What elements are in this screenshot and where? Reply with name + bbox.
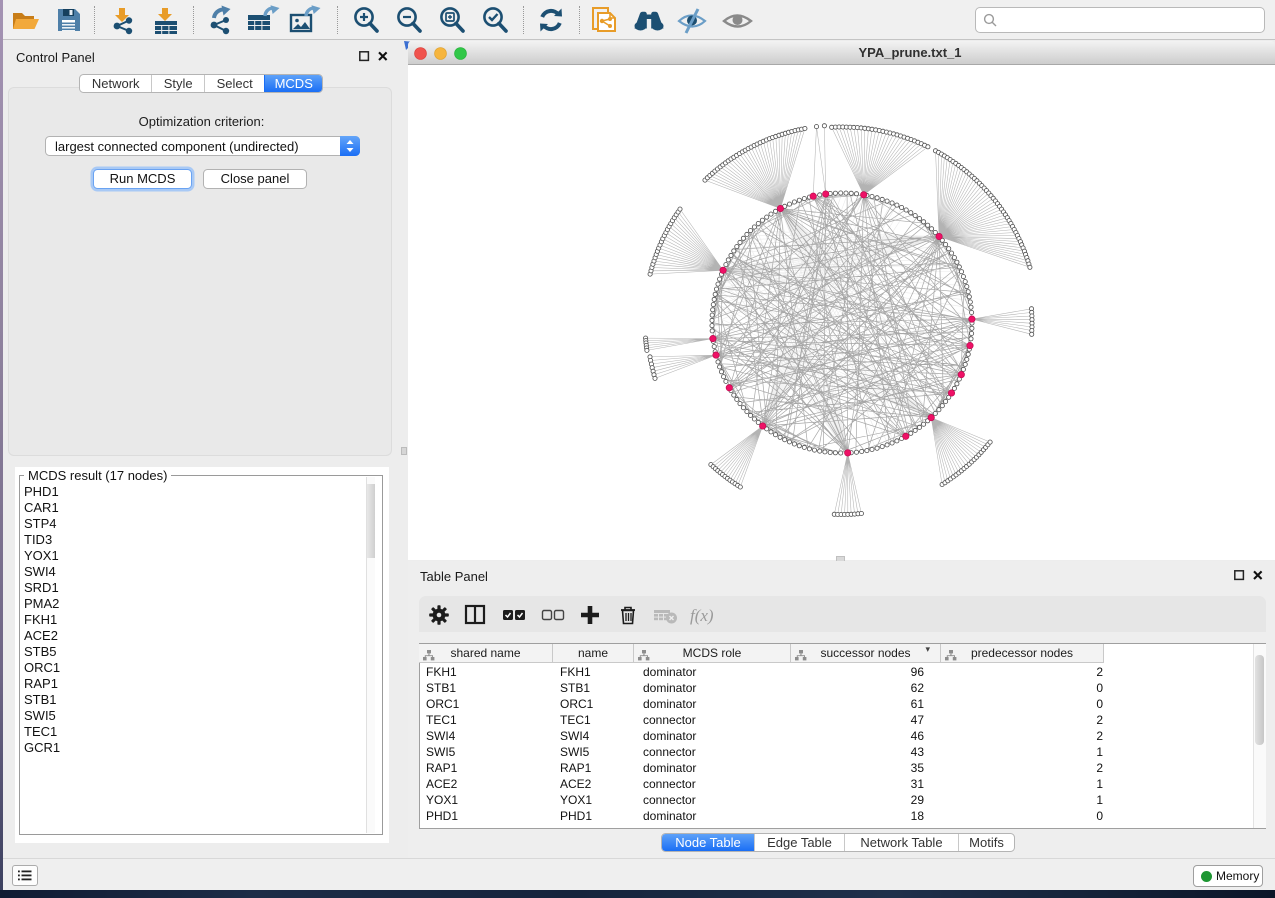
svg-text:f(x): f(x) [690, 606, 714, 625]
